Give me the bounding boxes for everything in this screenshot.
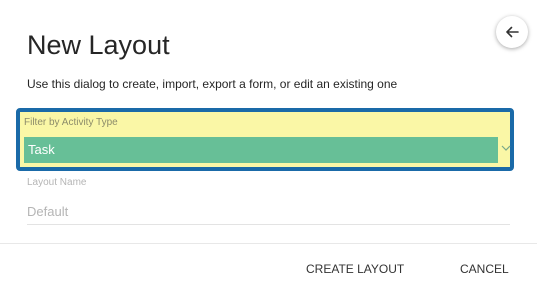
activity-type-filter: Filter by Activity Type Task <box>16 108 514 171</box>
dialog-title: New Layout <box>27 30 170 60</box>
chevron-down-icon[interactable] <box>500 142 512 154</box>
back-button[interactable] <box>496 16 528 48</box>
arrow-left-icon <box>506 26 519 38</box>
new-layout-dialog: New Layout Use this dialog to create, im… <box>0 0 537 291</box>
filter-label: Filter by Activity Type <box>24 117 118 128</box>
layout-name-input[interactable] <box>27 199 510 225</box>
activity-type-select[interactable]: Task <box>24 137 498 163</box>
activity-type-value: Task <box>28 142 55 157</box>
layout-name-label: Layout Name <box>27 177 87 188</box>
cancel-button[interactable]: CANCEL <box>460 262 509 276</box>
create-layout-button[interactable]: CREATE LAYOUT <box>306 262 404 276</box>
footer-divider <box>0 243 537 244</box>
dialog-subtitle: Use this dialog to create, import, expor… <box>27 77 398 91</box>
